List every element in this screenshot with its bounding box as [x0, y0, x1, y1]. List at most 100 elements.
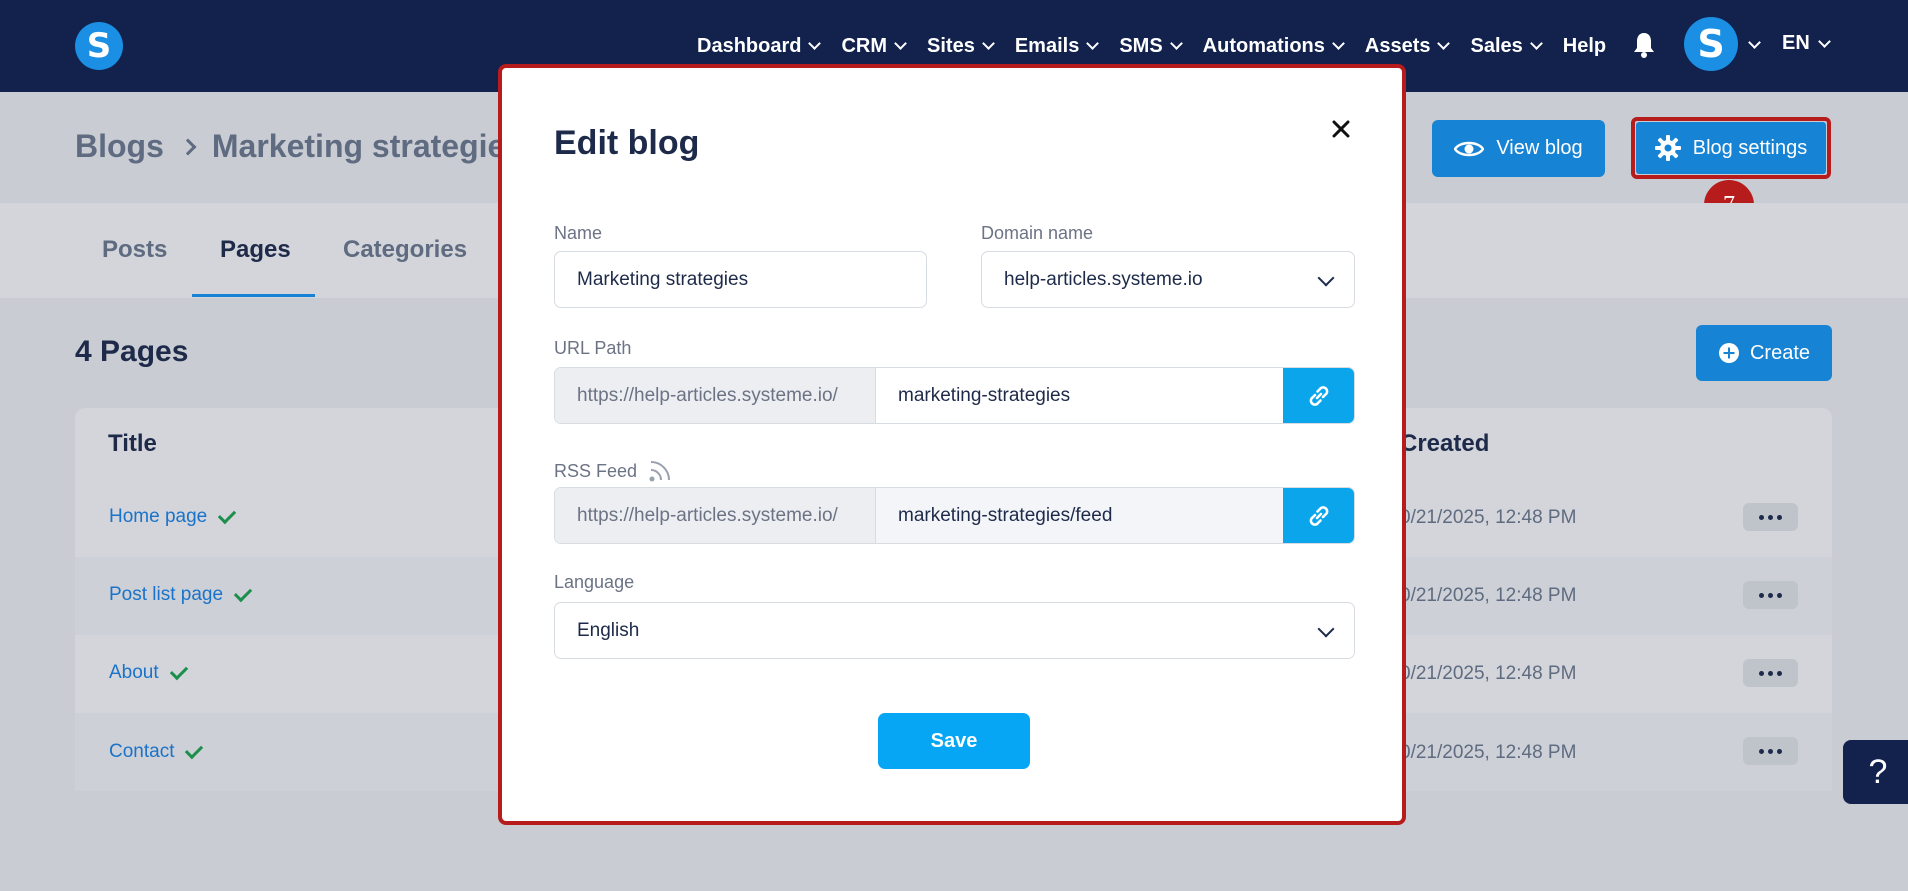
dot — [1777, 748, 1782, 754]
nav-label: Emails — [1014, 34, 1080, 57]
chevron-down-icon — [1317, 620, 1335, 638]
name-label: Name — [554, 223, 603, 243]
language-label: Language — [554, 572, 635, 592]
more-options-button[interactable] — [1743, 503, 1798, 531]
row-created-date: 0/21/2025, 12:48 PM — [1400, 585, 1577, 606]
dot — [1768, 748, 1773, 754]
domain-select-value: help-articles.systeme.io — [1004, 268, 1203, 290]
breadcrumb-current: Marketing strategies — [211, 128, 524, 164]
url-path-prefix: https://help-articles.systeme.io/ — [555, 368, 876, 423]
eye-icon — [1454, 141, 1485, 156]
more-options-button[interactable] — [1743, 737, 1798, 765]
nav-label: Automations — [1202, 34, 1325, 57]
rss-feed-prefix: https://help-articles.systeme.io/ — [555, 488, 876, 543]
row-title-link[interactable]: Contact — [109, 740, 204, 763]
breadcrumb: Blogs Marketing strategies — [75, 128, 523, 165]
view-blog-label: View blog — [1496, 137, 1583, 159]
plus-circle-icon — [1718, 343, 1739, 363]
row-title-text: About — [109, 662, 159, 683]
breadcrumb-blogs[interactable]: Blogs — [75, 128, 164, 165]
nav-dashboard[interactable]: Dashboard — [697, 34, 822, 58]
nav-label: Sites — [927, 34, 975, 57]
chevron-right-icon — [179, 138, 197, 155]
dot — [1759, 592, 1764, 598]
tab-posts[interactable]: Posts — [102, 236, 167, 264]
save-button[interactable]: Save — [878, 713, 1030, 769]
checkmark-icon — [233, 583, 253, 602]
chevron-down-icon — [894, 37, 907, 50]
dot — [1768, 592, 1773, 598]
language-select-value: English — [577, 619, 640, 641]
row-title-text: Post list page — [109, 584, 224, 605]
rss-feed-value: marketing-strategies/feed — [898, 504, 1113, 526]
create-label: Create — [1749, 341, 1811, 364]
chevron-down-icon[interactable] — [1748, 36, 1761, 49]
nav-automations[interactable]: Automations — [1202, 34, 1345, 58]
more-options-button[interactable] — [1743, 581, 1798, 609]
link-icon — [1309, 385, 1328, 406]
blog-settings-button[interactable]: Blog settings — [1636, 122, 1826, 174]
row-title-link[interactable]: Home page — [109, 505, 237, 528]
modal-title: Edit blog — [554, 124, 700, 162]
user-avatar[interactable]: S — [1684, 17, 1738, 71]
app-logo[interactable]: S — [75, 22, 123, 70]
rss-feed-input: marketing-strategies/feed — [876, 488, 1283, 543]
url-path-field: https://help-articles.systeme.io/ market… — [554, 367, 1355, 424]
open-url-button[interactable] — [1283, 368, 1354, 423]
edit-blog-modal — [498, 64, 1406, 825]
help-fab-button[interactable]: ? — [1843, 740, 1908, 804]
dot — [1759, 748, 1764, 754]
chevron-down-icon — [808, 37, 822, 50]
nav-label: SMS — [1119, 34, 1163, 57]
blog-settings-label: Blog settings — [1692, 136, 1808, 159]
row-created-date: 0/21/2025, 12:48 PM — [1400, 663, 1577, 684]
checkmark-icon — [218, 505, 237, 524]
dot — [1768, 514, 1773, 520]
tab-categories[interactable]: Categories — [343, 236, 467, 264]
nav-label: Sales — [1470, 34, 1523, 57]
nav-crm[interactable]: CRM — [841, 35, 907, 58]
chevron-down-icon — [1169, 37, 1183, 50]
rss-feed-label: RSS Feed — [554, 458, 673, 484]
name-input[interactable]: Marketing strategies — [554, 251, 927, 308]
checkmark-icon — [169, 661, 188, 680]
row-created-date: 0/21/2025, 12:48 PM — [1400, 742, 1577, 763]
open-rss-button[interactable] — [1283, 488, 1354, 543]
row-created-date: 0/21/2025, 12:48 PM — [1400, 507, 1577, 528]
language-select[interactable]: English — [554, 602, 1355, 659]
column-header-title: Title — [108, 430, 157, 457]
rss-feed-label-text: RSS Feed — [554, 460, 638, 481]
nav-label: Dashboard — [697, 34, 802, 57]
chevron-down-icon — [1317, 269, 1335, 287]
more-options-button[interactable] — [1743, 659, 1798, 687]
bell-icon[interactable] — [1632, 31, 1656, 59]
domain-select[interactable]: help-articles.systeme.io — [981, 251, 1355, 308]
nav-sites[interactable]: Sites — [927, 34, 995, 58]
rss-icon — [649, 461, 671, 482]
dot — [1759, 514, 1764, 520]
chevron-down-icon — [1437, 37, 1451, 50]
link-icon — [1309, 505, 1328, 526]
tab-pages[interactable]: Pages — [220, 236, 291, 264]
row-title-link[interactable]: About — [109, 661, 188, 684]
gear-icon — [1654, 135, 1681, 161]
language-selector[interactable]: EN — [1782, 32, 1831, 55]
nav-sms[interactable]: SMS — [1119, 34, 1183, 58]
active-tab-indicator — [192, 294, 315, 297]
page-title: 4 Pages — [75, 335, 189, 368]
nav-emails[interactable]: Emails — [1014, 34, 1100, 58]
view-blog-button[interactable]: View blog — [1432, 120, 1605, 177]
create-button[interactable]: Create — [1696, 325, 1832, 381]
close-icon[interactable] — [1330, 118, 1352, 140]
dot — [1768, 670, 1773, 676]
chevron-down-icon — [1529, 37, 1543, 50]
row-title-link[interactable]: Post list page — [109, 583, 253, 606]
nav-assets[interactable]: Assets — [1365, 35, 1451, 58]
row-title-text: Home page — [109, 506, 208, 527]
url-path-input[interactable]: marketing-strategies — [876, 368, 1283, 423]
nav-sales[interactable]: Sales — [1470, 34, 1543, 58]
dot — [1777, 514, 1782, 520]
chevron-down-icon — [1332, 37, 1345, 50]
nav-help[interactable]: Help — [1563, 35, 1606, 58]
chevron-down-icon — [1086, 37, 1100, 50]
